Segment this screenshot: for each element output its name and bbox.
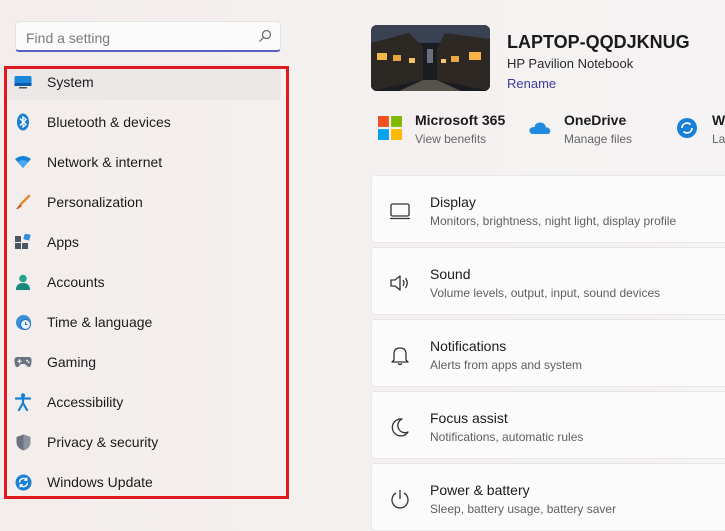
sidebar-item-label: Time & language xyxy=(47,314,153,330)
onedrive-tile[interactable]: OneDrive Manage files xyxy=(527,112,632,146)
accessibility-icon xyxy=(13,392,33,412)
app-title: Microsoft 365 xyxy=(415,112,506,128)
sidebar-item-system[interactable]: System xyxy=(7,64,281,100)
brush-icon xyxy=(13,192,33,212)
sidebar-item-gaming[interactable]: Gaming xyxy=(7,344,281,380)
search-box[interactable] xyxy=(15,21,281,52)
sync-icon xyxy=(677,118,697,138)
power-icon xyxy=(391,490,409,509)
display-card[interactable]: Display Monitors, brightness, night ligh… xyxy=(371,175,725,243)
speaker-icon xyxy=(390,275,408,291)
app-subtitle: View benefits xyxy=(415,132,487,146)
card-title: Display xyxy=(430,194,476,210)
app-subtitle: La xyxy=(712,132,725,146)
card-subtitle: Alerts from apps and system xyxy=(430,358,583,372)
sidebar-item-label: Privacy & security xyxy=(47,434,159,450)
moon-icon xyxy=(391,418,409,437)
sidebar-item-label: Bluetooth & devices xyxy=(47,114,171,130)
card-title: Power & battery xyxy=(430,482,530,498)
third-app-tile[interactable]: W La xyxy=(675,112,725,146)
focus-assist-card[interactable]: Focus assist Notifications, automatic ru… xyxy=(371,391,725,459)
card-title: Sound xyxy=(430,266,471,282)
person-icon xyxy=(13,272,33,292)
update-icon xyxy=(13,472,33,492)
sidebar-item-network[interactable]: Network & internet xyxy=(7,144,281,180)
sidebar-item-privacy-security[interactable]: Privacy & security xyxy=(7,424,281,460)
onedrive-icon xyxy=(529,122,551,134)
device-wallpaper-thumbnail xyxy=(371,25,490,91)
apps-icon xyxy=(13,232,33,252)
sidebar-item-label: Accessibility xyxy=(47,394,124,410)
card-subtitle: Monitors, brightness, night light, displ… xyxy=(430,214,677,228)
bell-icon xyxy=(391,347,409,366)
sidebar-item-bluetooth[interactable]: Bluetooth & devices xyxy=(7,104,281,140)
device-name: LAPTOP-QQDJKNUG xyxy=(507,32,690,52)
sidebar-item-apps[interactable]: Apps xyxy=(7,224,281,260)
wifi-icon xyxy=(13,152,33,172)
card-title: Notifications xyxy=(430,338,507,354)
card-subtitle: Volume levels, output, input, sound devi… xyxy=(430,286,661,300)
app-subtitle: Manage files xyxy=(564,132,633,146)
clock-globe-icon xyxy=(13,312,33,332)
sidebar-item-label: Gaming xyxy=(47,354,97,370)
notifications-card[interactable]: Notifications Alerts from apps and syste… xyxy=(371,319,725,387)
power-battery-card[interactable]: Power & battery Sleep, battery usage, ba… xyxy=(371,463,725,531)
gamepad-icon xyxy=(13,352,33,372)
card-title: Focus assist xyxy=(430,410,508,426)
sidebar-item-personalization[interactable]: Personalization xyxy=(7,184,281,220)
sidebar-item-label: Accounts xyxy=(47,274,105,290)
monitor-icon xyxy=(390,203,410,220)
sidebar-item-label: Personalization xyxy=(47,194,143,210)
sidebar-item-accounts[interactable]: Accounts xyxy=(7,264,281,300)
rename-link[interactable]: Rename xyxy=(507,76,556,91)
microsoft-logo-icon xyxy=(378,116,402,140)
sidebar-item-label: Network & internet xyxy=(47,154,163,170)
sound-card[interactable]: Sound Volume levels, output, input, soun… xyxy=(371,247,725,315)
system-icon xyxy=(13,72,33,92)
search-icon xyxy=(259,29,272,42)
device-model: HP Pavilion Notebook xyxy=(507,56,634,71)
sidebar-item-label: Apps xyxy=(47,234,79,250)
sidebar-item-label: Windows Update xyxy=(47,474,153,490)
microsoft-365-tile[interactable]: Microsoft 365 View benefits xyxy=(378,112,505,146)
bluetooth-icon xyxy=(13,112,33,132)
sidebar-item-windows-update[interactable]: Windows Update xyxy=(7,464,281,500)
sidebar-item-accessibility[interactable]: Accessibility xyxy=(7,384,281,420)
card-subtitle: Notifications, automatic rules xyxy=(430,430,584,444)
sidebar-item-label: System xyxy=(47,74,94,90)
sidebar-item-time-language[interactable]: Time & language xyxy=(7,304,281,340)
app-title: OneDrive xyxy=(564,112,627,128)
search-input[interactable] xyxy=(24,28,258,48)
shield-icon xyxy=(13,432,33,452)
app-title: W xyxy=(712,112,725,128)
